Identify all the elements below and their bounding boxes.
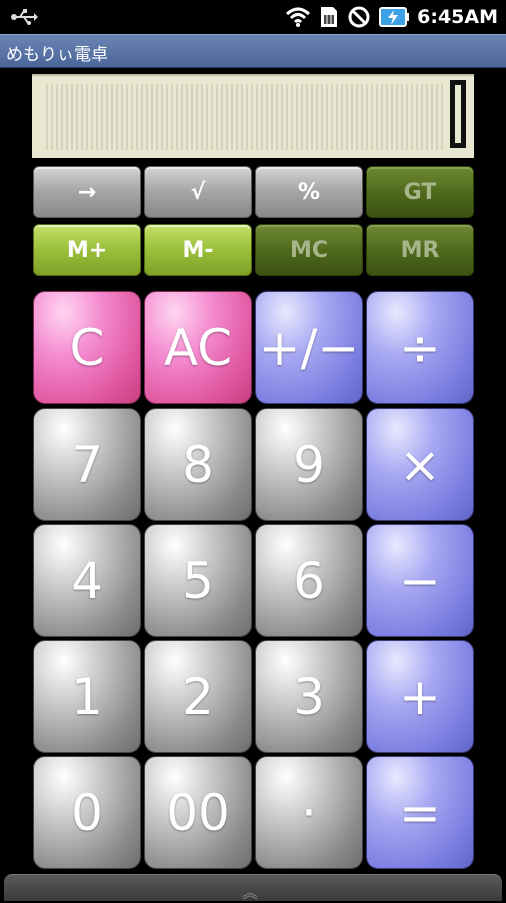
calculator-display: [32, 74, 474, 158]
sim-icon: [321, 7, 338, 27]
equals-key-label: =: [399, 783, 441, 842]
sign-toggle-key-label: +/−: [258, 318, 360, 377]
double-zero-key-label: 00: [166, 783, 230, 842]
app-title: めもりぃ電卓: [6, 45, 108, 65]
digit-9-key-label: 9: [293, 435, 325, 494]
digit-7-key-label: 7: [71, 435, 103, 494]
multiply-key-label: ×: [399, 435, 441, 494]
digit-8-key-label: 8: [182, 435, 214, 494]
digit-5-key-label: 5: [182, 551, 214, 610]
lcd-ghost-segments: [46, 84, 446, 150]
digit-1-key-label: 1: [71, 667, 103, 726]
digit-8-key[interactable]: 8: [144, 408, 252, 521]
digit-6-key[interactable]: 6: [255, 524, 363, 637]
mr-key[interactable]: MR: [366, 224, 474, 276]
sqrt-key-label: √: [190, 179, 206, 205]
m-minus-key[interactable]: M-: [144, 224, 252, 276]
m-minus-key-label: M-: [182, 237, 214, 263]
decimal-key[interactable]: ·: [255, 756, 363, 869]
all-clear-key[interactable]: AC: [144, 291, 252, 404]
digit-7-key[interactable]: 7: [33, 408, 141, 521]
mr-key-label: MR: [400, 237, 440, 263]
digit-2-key-label: 2: [182, 667, 214, 726]
digit-2-key[interactable]: 2: [144, 640, 252, 753]
digit-6-key-label: 6: [293, 551, 325, 610]
m-plus-key-label: M+: [66, 237, 108, 263]
subtract-key[interactable]: −: [366, 524, 474, 637]
lcd-digit-zero: [450, 80, 466, 148]
double-zero-key[interactable]: 00: [144, 756, 252, 869]
digit-5-key[interactable]: 5: [144, 524, 252, 637]
backspace-key[interactable]: →: [33, 166, 141, 218]
usb-icon: [11, 9, 38, 25]
all-clear-key-label: AC: [163, 318, 233, 377]
divide-key[interactable]: ÷: [366, 291, 474, 404]
digit-1-key[interactable]: 1: [33, 640, 141, 753]
divide-key-label: ÷: [399, 318, 441, 377]
status-bar: 6:45AM: [0, 0, 506, 34]
digit-9-key[interactable]: 9: [255, 408, 363, 521]
clear-key-label: C: [69, 318, 105, 377]
digit-4-key[interactable]: 4: [33, 524, 141, 637]
gt-key-label: GT: [403, 179, 437, 205]
subtract-key-label: −: [399, 551, 441, 610]
digit-4-key-label: 4: [71, 551, 103, 610]
chevron-up-icon: ︽: [242, 883, 259, 902]
status-clock: 6:45AM: [417, 6, 498, 28]
decimal-key-label: ·: [301, 783, 317, 842]
wifi-icon: [286, 7, 311, 27]
backspace-key-label: →: [77, 179, 97, 205]
add-key-label: +: [399, 667, 441, 726]
app-title-bar: めもりぃ電卓: [0, 34, 506, 68]
digit-0-key-label: 0: [71, 783, 103, 842]
battery-charging-icon: [379, 7, 410, 27]
digit-0-key[interactable]: 0: [33, 756, 141, 869]
mc-key[interactable]: MC: [255, 224, 363, 276]
digit-3-key-label: 3: [293, 667, 325, 726]
gt-key[interactable]: GT: [366, 166, 474, 218]
multiply-key[interactable]: ×: [366, 408, 474, 521]
equals-key[interactable]: =: [366, 756, 474, 869]
add-key[interactable]: +: [366, 640, 474, 753]
digit-3-key[interactable]: 3: [255, 640, 363, 753]
sqrt-key[interactable]: √: [144, 166, 252, 218]
percent-key[interactable]: %: [255, 166, 363, 218]
percent-key-label: %: [297, 179, 321, 205]
mc-key-label: MC: [289, 237, 329, 263]
m-plus-key[interactable]: M+: [33, 224, 141, 276]
sign-toggle-key[interactable]: +/−: [255, 291, 363, 404]
clear-key[interactable]: C: [33, 291, 141, 404]
bottom-drawer-handle[interactable]: ︽: [4, 874, 502, 902]
no-signal-icon: [348, 6, 370, 28]
